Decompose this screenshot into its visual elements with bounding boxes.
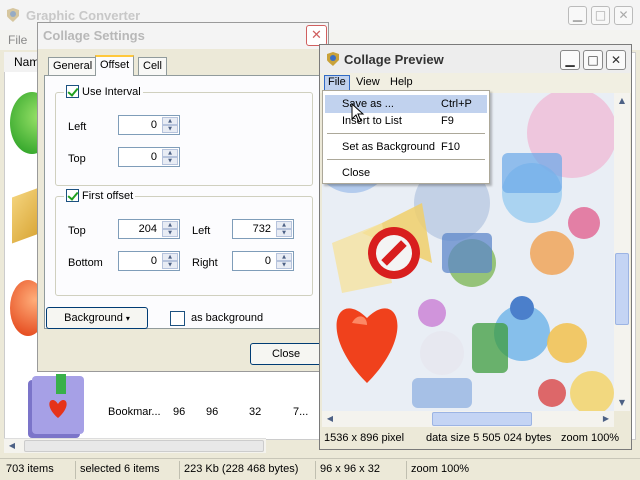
menu-separator <box>327 133 485 134</box>
list-item-size: 7... <box>293 406 309 418</box>
preview-minimize-icon[interactable]: ▁ <box>560 50 580 70</box>
offset-left-spinner[interactable]: 732 ▲ ▼ <box>232 219 294 239</box>
horizontal-scroll-thumb[interactable] <box>432 412 532 426</box>
list-item[interactable]: Bookmar... 96 96 32 7... <box>16 374 336 440</box>
settings-title: Collage Settings <box>43 28 145 43</box>
preview-title-bar[interactable]: Collage Preview ▁ □ ✕ <box>320 45 631 73</box>
spin-down-icon[interactable]: ▼ <box>276 229 292 237</box>
tab-cell[interactable]: Cell <box>138 57 167 75</box>
status-size: 223 Kb (228 468 bytes) <box>179 461 313 479</box>
spin-down-icon[interactable]: ▼ <box>162 229 178 237</box>
first-offset-group: First offset Top 204 ▲ ▼ Left 732 ▲ ▼ Bott… <box>55 189 313 296</box>
menu-separator <box>327 159 485 160</box>
use-interval-label: Use Interval <box>82 85 141 98</box>
offset-top-spinner[interactable]: 204 ▲ ▼ <box>118 219 180 239</box>
app-icon <box>7 8 19 22</box>
offset-left-label: Left <box>192 225 211 237</box>
list-item-height: 96 <box>206 406 219 418</box>
status-dims: 96 x 96 x 32 <box>315 461 405 479</box>
as-background-checkbox[interactable] <box>170 311 185 326</box>
first-offset-label: First offset <box>82 189 134 202</box>
spin-down-icon[interactable]: ▼ <box>276 261 292 269</box>
interval-left-spinner[interactable]: 0 ▲ ▼ <box>118 115 180 135</box>
preview-horizontal-scrollbar[interactable]: ◀ ▶ <box>322 411 614 427</box>
offset-right-spinner[interactable]: 0 ▲ ▼ <box>232 251 294 271</box>
preview-title: Collage Preview <box>344 52 444 67</box>
scroll-down-icon[interactable]: ▼ <box>614 395 630 411</box>
minimize-icon[interactable]: ▁ <box>568 6 587 25</box>
settings-close-icon[interactable]: ✕ <box>306 25 327 46</box>
main-status-bar: 703 items selected 6 items 223 Kb (228 4… <box>0 458 640 480</box>
preview-app-icon <box>327 52 339 66</box>
preview-close-icon[interactable]: ✕ <box>606 50 626 70</box>
close-icon[interactable]: ✕ <box>614 6 633 25</box>
main-menu-file[interactable]: File <box>8 33 27 47</box>
offset-bottom-label: Bottom <box>68 257 103 269</box>
tab-offset[interactable]: Offset <box>95 55 135 76</box>
preview-status-size: 1536 x 896 pixel <box>324 432 405 444</box>
menu-item-insert-to-list[interactable]: Insert to List F9 <box>325 112 487 130</box>
first-offset-checkbox[interactable] <box>66 189 79 202</box>
preview-menu-help[interactable]: Help <box>387 76 416 88</box>
collage-settings-dialog: Collage Settings ✕ General Offset Cell U… <box>37 22 329 372</box>
use-interval-checkbox[interactable] <box>66 85 79 98</box>
preview-menu-view[interactable]: View <box>353 76 383 88</box>
menu-item-save-as[interactable]: Save as ... Ctrl+P <box>325 95 487 113</box>
interval-top-label: Top <box>68 153 86 165</box>
status-selected: selected 6 items <box>75 461 175 479</box>
list-item-name: Bookmar... <box>108 406 161 418</box>
settings-title-bar[interactable]: Collage Settings ✕ <box>38 23 328 49</box>
spin-up-icon[interactable]: ▲ <box>162 117 178 125</box>
menu-item-set-as-background[interactable]: Set as Background F10 <box>325 138 487 156</box>
background-button[interactable]: Background ▾ <box>46 307 148 329</box>
preview-maximize-icon[interactable]: □ <box>583 50 603 70</box>
list-horizontal-scrollbar[interactable]: ◀ <box>4 438 266 453</box>
spin-up-icon[interactable]: ▲ <box>276 221 292 229</box>
interval-left-label: Left <box>68 121 87 133</box>
mouse-cursor-icon <box>351 103 365 123</box>
preview-vertical-scrollbar[interactable]: ▲ ▼ <box>614 93 630 411</box>
as-background-label: as background <box>191 312 264 324</box>
scroll-left-icon[interactable]: ◀ <box>322 411 338 427</box>
main-title: Graphic Converter <box>26 8 141 23</box>
spin-up-icon[interactable]: ▲ <box>276 253 292 261</box>
vertical-scroll-thumb[interactable] <box>615 253 629 325</box>
dropdown-arrow-icon: ▾ <box>125 314 130 323</box>
offset-top-label: Top <box>68 225 86 237</box>
offset-bottom-spinner[interactable]: 0 ▲ ▼ <box>118 251 180 271</box>
scroll-left-icon[interactable]: ◀ <box>4 438 20 454</box>
file-dropdown-menu: Save as ... Ctrl+P Insert to List F9 Set… <box>322 90 490 184</box>
list-item-depth: 32 <box>249 406 262 418</box>
preview-status-data-size: data size 5 505 024 bytes <box>426 432 552 444</box>
close-button[interactable]: Close <box>250 343 322 365</box>
scroll-thumb[interactable] <box>24 440 264 452</box>
status-items: 703 items <box>6 463 54 475</box>
list-item-width: 96 <box>173 406 186 418</box>
use-interval-group: Use Interval Left 0 ▲ ▼ Top 0 ▲ ▼ <box>55 85 313 186</box>
preview-status-bar: 1536 x 896 pixel data size 5 505 024 byt… <box>320 429 631 449</box>
maximize-icon[interactable]: □ <box>591 6 610 25</box>
status-zoom: zoom 100% <box>406 461 526 479</box>
menu-item-close[interactable]: Close <box>325 164 487 182</box>
preview-status-zoom: zoom 100% <box>561 432 620 444</box>
spin-down-icon[interactable]: ▼ <box>162 261 178 269</box>
offset-right-label: Right <box>192 257 218 269</box>
tab-general[interactable]: General <box>48 57 98 75</box>
spin-up-icon[interactable]: ▲ <box>162 221 178 229</box>
spin-down-icon[interactable]: ▼ <box>162 157 178 165</box>
spin-up-icon[interactable]: ▲ <box>162 253 178 261</box>
scroll-up-icon[interactable]: ▲ <box>614 93 630 109</box>
spin-up-icon[interactable]: ▲ <box>162 149 178 157</box>
interval-top-spinner[interactable]: 0 ▲ ▼ <box>118 147 180 167</box>
spin-down-icon[interactable]: ▼ <box>162 125 178 133</box>
bookmark-thumbnail-icon <box>28 374 84 438</box>
scroll-right-icon[interactable]: ▶ <box>598 411 614 427</box>
offset-tab-panel: Use Interval Left 0 ▲ ▼ Top 0 ▲ ▼ First of… <box>44 75 324 329</box>
